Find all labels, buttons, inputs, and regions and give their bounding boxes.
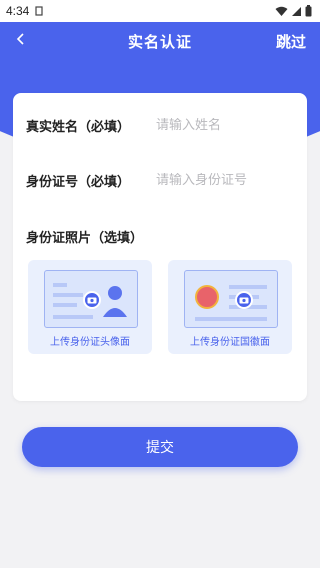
- upload-id-back[interactable]: 上传身份证国徽面: [168, 260, 292, 354]
- upload-id-front[interactable]: 上传身份证头像面: [28, 260, 152, 354]
- battery-icon: [305, 5, 312, 17]
- upload-back-label: 上传身份证国徽面: [190, 337, 270, 348]
- signal-icon: [292, 6, 301, 16]
- chevron-left-icon: [16, 33, 24, 45]
- photo-section-label: 身份证照片（选填）: [26, 231, 144, 246]
- wifi-icon: [275, 6, 288, 16]
- camera-icon: [235, 291, 253, 309]
- id-number-input[interactable]: [156, 172, 291, 188]
- id-number-field-row: 身份证号（必填）: [26, 170, 294, 190]
- id-card-back-illustration: [184, 270, 278, 328]
- status-time: 4:34: [6, 4, 30, 18]
- skip-button[interactable]: 跳过: [276, 31, 306, 52]
- name-field-row: 真实姓名（必填）: [26, 115, 294, 135]
- form-card: 真实姓名（必填） 身份证号（必填） 身份证照片（选填） 上传: [13, 93, 307, 401]
- id-number-label: 身份证号（必填）: [26, 174, 131, 190]
- upload-front-label: 上传身份证头像面: [50, 337, 130, 348]
- nav-bar: 实名认证 跳过: [0, 22, 320, 60]
- id-card-front-illustration: [44, 270, 138, 328]
- page-title: 实名认证: [127, 32, 192, 51]
- notification-icon: [35, 6, 43, 16]
- back-button[interactable]: [8, 26, 34, 52]
- submit-button[interactable]: 提交: [22, 427, 298, 467]
- status-bar: 4:34: [0, 0, 320, 22]
- name-label: 真实姓名（必填）: [26, 119, 131, 135]
- camera-icon: [83, 291, 101, 309]
- name-input[interactable]: [156, 117, 291, 133]
